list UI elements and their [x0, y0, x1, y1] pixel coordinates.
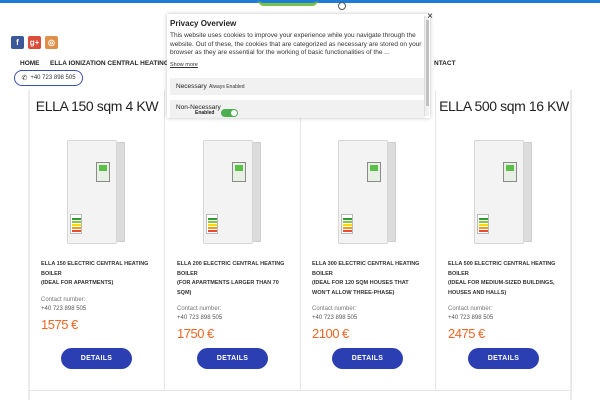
details-button[interactable]: DETAILS [332, 348, 403, 369]
product-card: ELLA 200 ELECTRIC CENTRAL HEATING BOILER (… [165, 90, 301, 390]
product-description[interactable]: ELLA 200 ELECTRIC CENTRAL HEATING BOILER (… [177, 260, 295, 298]
product-description[interactable]: ELLA 500 ELECTRIC CENTRAL HEATING BOILER (… [448, 260, 566, 298]
product-description[interactable]: ELLA 300 ELECTRIC CENTRAL HEATING BOILER (… [312, 260, 430, 298]
boiler-image[interactable] [474, 140, 532, 244]
nav-ionization-boilers[interactable]: ELLA IONIZATION CENTRAL HEATING BO [50, 60, 180, 67]
logo-swoosh [258, 0, 318, 6]
boiler-image[interactable] [67, 140, 125, 244]
description-line: (IDEAL FOR MEDIUM-SIZED BUILDINGS, [448, 280, 555, 286]
contact-label: Contact number: [312, 306, 357, 312]
close-icon[interactable]: × [425, 12, 435, 22]
description-line: WON'T ALLOW THREE-PHASE) [312, 289, 395, 296]
phone-number: +40 723 898 505 [30, 75, 76, 81]
description-line: ELLA 150 ELECTRIC CENTRAL HEATING [41, 261, 149, 267]
phone-button[interactable]: ✆ +40 723 898 505 [14, 70, 83, 86]
product-title: ELLA 150 sqm 4 KW [35, 98, 159, 114]
product-description[interactable]: ELLA 150 ELECTRIC CENTRAL HEATING BOILER (… [41, 260, 159, 289]
nav-contact[interactable]: NTACT [434, 60, 456, 67]
facebook-icon[interactable]: f [11, 36, 24, 49]
description-line: SQM) [177, 289, 192, 296]
contact-number[interactable]: +40 723 898 505 [312, 315, 357, 321]
necessary-status: Always Enabled [209, 84, 245, 90]
product-card: ELLA 150 sqm 4 KW ELLA 150 ELECTRIC CENTR… [29, 90, 165, 390]
details-button[interactable]: DETAILS [61, 348, 132, 369]
page: f g+ ◎ HOME ELLA IONIZATION CENTRAL HEAT… [0, 0, 600, 400]
modal-scrollbar[interactable] [424, 16, 429, 116]
contact-label: Contact number: [177, 306, 222, 312]
description-line: BOILER [312, 270, 333, 277]
contact-label: Contact number: [448, 306, 493, 312]
description-line: ELLA 200 ELECTRIC CENTRAL HEATING [177, 261, 285, 267]
privacy-text: This website uses cookies to improve you… [170, 32, 422, 57]
product-price: 1575 € [41, 316, 78, 332]
privacy-overview-modal: Privacy Overview This website uses cooki… [167, 14, 430, 118]
description-line: BOILER [41, 270, 62, 277]
non-necessary-toggle[interactable] [221, 109, 238, 117]
necessary-label: Necessary [176, 83, 207, 90]
description-line: HOUSES AND HALLS) [448, 289, 507, 296]
product-price: 2100 € [312, 326, 349, 341]
details-button[interactable]: DETAILS [468, 348, 539, 369]
instagram-icon[interactable]: ◎ [45, 36, 58, 49]
contact-number[interactable]: +40 723 898 505 [41, 306, 86, 312]
product-card: ELLA 500 sqm 16 KW ELLA 500 ELECTRIC CENT… [436, 90, 572, 390]
grid-bottom-divider [28, 390, 572, 391]
description-line: (IDEAL FOR 120 SQM HOUSES THAT [312, 280, 409, 286]
contact-number[interactable]: +40 723 898 505 [177, 315, 222, 321]
contact-number[interactable]: +40 723 898 505 [448, 315, 493, 321]
description-line: BOILER [177, 270, 198, 277]
description-line: ELLA 300 ELECTRIC CENTRAL HEATING [312, 261, 420, 267]
non-necessary-status: Enabled [195, 110, 215, 116]
user-icon[interactable] [338, 2, 346, 10]
product-price: 1750 € [177, 326, 214, 341]
modal-scrollbar-thumb[interactable] [426, 20, 429, 106]
necessary-cookies-row[interactable]: Necessary Always Enabled [170, 78, 425, 95]
product-price: 2475 € [448, 326, 485, 341]
description-line: (IDEAL FOR APARTMENTS) [41, 280, 114, 286]
product-card: ELLA 300 ELECTRIC CENTRAL HEATING BOILER (… [300, 90, 436, 390]
product-title: ELLA 500 sqm 16 KW [439, 98, 569, 114]
description-line: ELLA 500 ELECTRIC CENTRAL HEATING [448, 261, 556, 267]
contact-label: Contact number: [41, 296, 86, 303]
phone-icon: ✆ [21, 75, 28, 82]
show-more-link[interactable]: Show more [170, 62, 198, 68]
privacy-title: Privacy Overview [170, 19, 237, 28]
description-line: (FOR APARTMENTS LARGER THAN 70 [177, 280, 279, 286]
details-button[interactable]: DETAILS [197, 348, 268, 369]
google-plus-icon[interactable]: g+ [28, 36, 41, 49]
boiler-image[interactable] [338, 140, 396, 244]
non-necessary-cookies-row[interactable]: Non-Necessary Enabled [170, 100, 425, 118]
boiler-image[interactable] [203, 140, 261, 244]
description-line: BOILER [448, 270, 469, 277]
